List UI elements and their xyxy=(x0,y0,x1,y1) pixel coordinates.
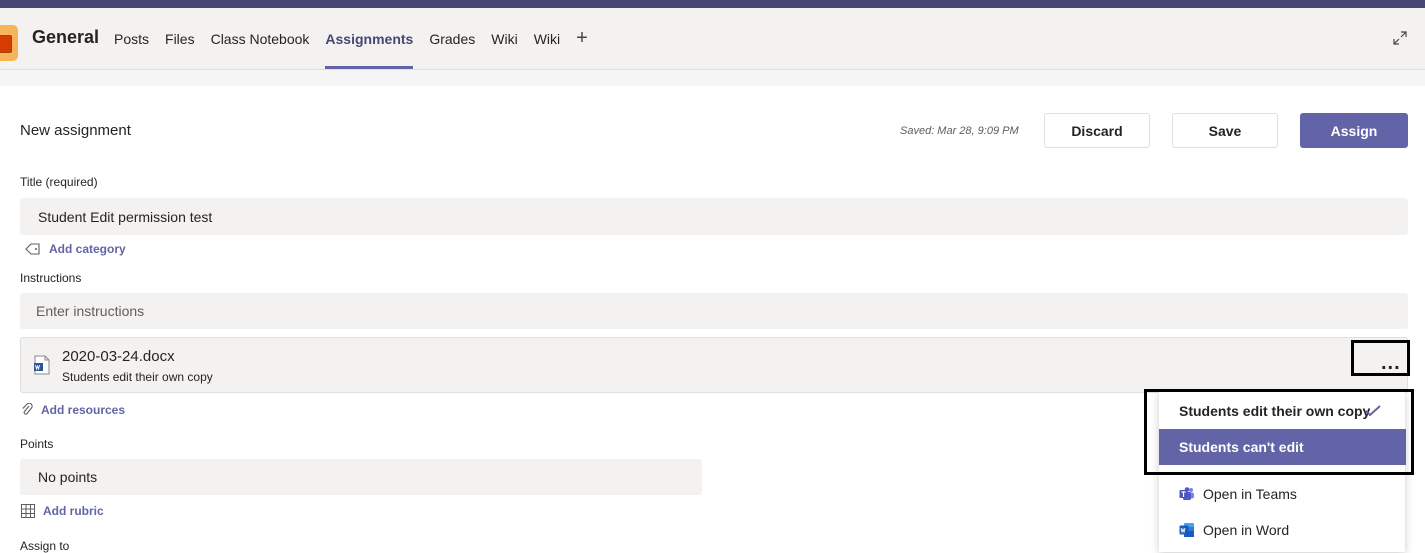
tab-class-notebook[interactable]: Class Notebook xyxy=(211,8,310,69)
team-avatar-icon[interactable] xyxy=(0,25,18,61)
more-options-button[interactable]: ... xyxy=(1381,353,1401,373)
word-doc-icon xyxy=(34,355,50,375)
assign-to-label: Assign to xyxy=(20,539,70,553)
attachment-context-menu: Students edit their own copy Students ca… xyxy=(1159,392,1406,552)
app-top-bar xyxy=(0,0,1425,8)
channel-header: General Posts Files Class Notebook Assig… xyxy=(0,8,1425,70)
discard-button[interactable]: Discard xyxy=(1044,113,1150,148)
title-input[interactable]: Student Edit permission test xyxy=(20,198,1408,235)
attachment-card[interactable]: 2020-03-24.docx Students edit their own … xyxy=(20,337,1408,393)
tab-assignments[interactable]: Assignments xyxy=(325,8,413,69)
menu-item-students-edit-own-copy[interactable]: Students edit their own copy xyxy=(1159,393,1405,429)
paperclip-icon xyxy=(22,403,33,415)
tab-wiki[interactable]: Wiki xyxy=(491,8,517,69)
tab-wiki-2[interactable]: Wiki xyxy=(534,8,560,69)
page-title: New assignment xyxy=(20,122,131,139)
menu-item-label: Students can't edit xyxy=(1179,439,1304,455)
tab-posts[interactable]: Posts xyxy=(114,8,149,69)
add-resources-label: Add resources xyxy=(41,403,126,417)
tab-files[interactable]: Files xyxy=(165,8,195,69)
instructions-label: Instructions xyxy=(20,271,82,285)
channel-name: General xyxy=(32,27,100,47)
add-tab-button[interactable]: + xyxy=(576,8,588,69)
add-rubric-link[interactable]: Add rubric xyxy=(21,504,104,518)
saved-status: Saved: Mar 28, 9:09 PM xyxy=(900,125,1019,137)
add-category-link[interactable]: Add category xyxy=(25,242,126,256)
points-input[interactable]: No points xyxy=(20,459,702,495)
instructions-input[interactable]: Enter instructions xyxy=(20,293,1408,329)
attachment-permission: Students edit their own copy xyxy=(62,370,213,384)
assign-button[interactable]: Assign xyxy=(1300,113,1408,148)
menu-item-label: Students edit their own copy xyxy=(1179,403,1371,419)
points-label: Points xyxy=(20,437,54,451)
checkmark-icon xyxy=(1365,405,1381,417)
teams-icon xyxy=(1179,487,1194,500)
save-button[interactable]: Save xyxy=(1172,113,1278,148)
menu-item-label: Open in Teams xyxy=(1203,486,1297,502)
channel-tabs: Posts Files Class Notebook Assignments G… xyxy=(114,8,588,69)
add-category-label: Add category xyxy=(49,242,126,256)
menu-item-open-in-teams[interactable]: Open in Teams xyxy=(1159,476,1405,512)
menu-item-open-in-word[interactable]: Open in Word xyxy=(1159,512,1405,548)
tag-icon xyxy=(25,243,40,255)
word-icon xyxy=(1179,523,1194,537)
header-band xyxy=(0,70,1425,86)
add-rubric-label: Add rubric xyxy=(43,504,104,518)
menu-item-students-cant-edit[interactable]: Students can't edit xyxy=(1159,429,1406,465)
tab-grades[interactable]: Grades xyxy=(429,8,475,69)
expand-icon[interactable] xyxy=(1392,30,1408,46)
add-resources-link[interactable]: Add resources xyxy=(21,403,125,417)
title-label: Title (required) xyxy=(20,175,98,189)
menu-item-label: Open in Word xyxy=(1203,522,1290,538)
grid-icon xyxy=(21,504,35,518)
attachment-file-name: 2020-03-24.docx xyxy=(62,348,175,365)
